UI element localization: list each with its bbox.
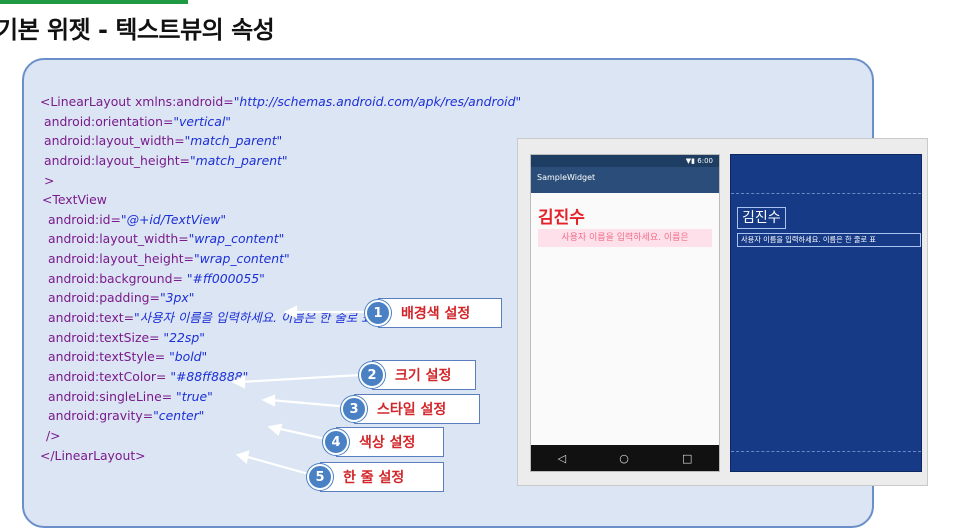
navigation-bar: ◁ ○ □: [531, 445, 719, 471]
code-attribute: <LinearLayout xmlns:android=: [40, 94, 234, 109]
code-value: "#88ff8888": [170, 368, 249, 384]
code-attribute: android:padding=: [48, 290, 160, 306]
signal-icon: ▼▮: [685, 157, 696, 165]
callout-size: 2 크기 설정: [359, 360, 476, 390]
code-value: "wrap_content": [188, 231, 285, 247]
callout-label: 색상 설정: [359, 435, 416, 451]
code-attribute: <TextView: [42, 192, 107, 208]
callout-singleline: 5 한 줄 설정: [307, 462, 444, 492]
callout-number: 2: [359, 362, 385, 388]
phone-preview: ▼▮ 6:00 SampleWidget 김진수 사용자 이름을 입력하세요. …: [530, 154, 720, 472]
code-value: "http://schemas.android.com/apk/res/andr…: [233, 94, 522, 109]
code-line: >: [40, 171, 521, 191]
code-line: android:background= "#ff000055": [40, 269, 521, 289]
code-value: "3px": [159, 290, 195, 306]
callout-number: 1: [365, 300, 391, 326]
code-line: android:id="@+id/TextView": [40, 210, 521, 230]
code-attribute: />: [46, 427, 61, 443]
code-attribute: android:textSize=: [48, 329, 164, 345]
code-value: "@+id/TextView": [120, 211, 227, 227]
code-value: "match_parent": [184, 133, 283, 149]
recent-apps-icon[interactable]: □: [682, 452, 692, 465]
blueprint-description-view[interactable]: 사용자 이름을 입력하세요. 이름은 한 줄로 표: [737, 233, 921, 247]
code-attribute: android:textStyle=: [48, 349, 170, 365]
blueprint-guide: [731, 193, 921, 194]
callout-label: 크기 설정: [395, 368, 452, 384]
code-attribute: android:layout_width=: [48, 231, 189, 247]
code-attribute: android:orientation=: [44, 113, 174, 129]
code-value: "#ff000055": [186, 270, 265, 286]
status-bar: ▼▮ 6:00: [531, 155, 719, 167]
callout-label: 한 줄 설정: [343, 470, 405, 486]
callout-number: 4: [323, 429, 349, 455]
callout-number: 3: [341, 396, 367, 422]
code-attribute: android:text=: [48, 310, 135, 326]
code-line: />: [40, 426, 521, 446]
code-attribute: android:id=: [48, 211, 121, 227]
callout-color: 4 색상 설정: [323, 427, 444, 457]
code-line: <LinearLayout xmlns:android="http://sche…: [40, 92, 521, 112]
code-attribute: android:layout_height=: [48, 251, 194, 267]
callout-style: 3 스타일 설정: [341, 394, 480, 424]
code-attribute: android:background=: [48, 270, 187, 286]
callout-label: 배경색 설정: [401, 306, 471, 322]
callout-number: 5: [307, 464, 333, 490]
code-line: android:orientation="vertical": [40, 112, 521, 132]
code-attribute: android:singleLine=: [48, 388, 177, 404]
code-line: android:layout_width="match_parent": [40, 131, 521, 151]
code-line: android:layout_height="wrap_content": [40, 249, 521, 269]
code-line: </LinearLayout>: [40, 446, 521, 466]
callout-label: 스타일 설정: [377, 402, 447, 418]
code-value: "22sp": [163, 329, 205, 345]
blueprint-preview: 김진수 사용자 이름을 입력하세요. 이름은 한 줄로 표: [730, 154, 922, 472]
home-icon[interactable]: ○: [619, 452, 629, 465]
code-value: "vertical": [173, 113, 231, 129]
code-value: "bold": [169, 349, 208, 365]
back-icon[interactable]: ◁: [558, 452, 566, 465]
status-time: 6:00: [697, 157, 713, 165]
code-attribute: </LinearLayout>: [40, 447, 146, 463]
callout-background: 1 배경색 설정: [365, 298, 502, 328]
title-accent-line: [0, 0, 188, 4]
code-value: "center": [153, 408, 205, 424]
code-value: "true": [176, 388, 213, 404]
code-line: android:layout_width="wrap_content": [40, 229, 521, 249]
code-value: "wrap_content": [193, 251, 290, 267]
page-title: 기본 위젯 - 텍스트뷰의 속성: [0, 16, 275, 44]
blueprint-guide: [731, 451, 921, 452]
description-textview: 사용자 이름을 입력하세요. 이름은: [538, 229, 712, 247]
app-bar-title: SampleWidget: [531, 167, 719, 193]
name-textview: 김진수: [538, 208, 585, 228]
code-attribute: android:gravity=: [48, 408, 154, 424]
code-value: "match_parent": [189, 152, 288, 168]
code-line: <TextView: [40, 190, 521, 210]
code-attribute: android:textColor=: [48, 368, 171, 384]
code-attribute: >: [44, 172, 55, 188]
blueprint-name-view[interactable]: 김진수: [737, 207, 786, 229]
code-attribute: android:layout_width=: [44, 133, 185, 149]
code-attribute: android:layout_height=: [44, 152, 190, 168]
code-line: android:layout_height="match_parent": [40, 151, 521, 171]
code-line: android:textSize= "22sp": [40, 328, 521, 348]
